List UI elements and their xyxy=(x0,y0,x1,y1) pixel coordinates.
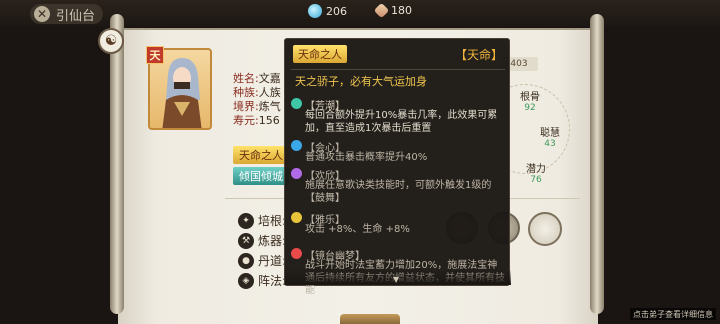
tooltip-trait-name: 天命之人 xyxy=(293,45,347,63)
alchemy-icon: ⚒ xyxy=(238,232,254,249)
back-button[interactable]: ✕ 引仙台 xyxy=(30,4,104,24)
currency-gem[interactable]: 180 xyxy=(373,2,412,19)
currency-spirit-stone[interactable]: 206 xyxy=(308,4,347,18)
character-figure-icon xyxy=(162,58,202,128)
tooltip-divider xyxy=(291,69,505,70)
scroll-rod-right xyxy=(590,14,604,314)
tooltip-description: 天之骄子，必有大气运加身 xyxy=(295,75,427,88)
info-row-lifespan: 寿元:156 xyxy=(233,114,280,127)
scroll-down-icon[interactable]: ▼ xyxy=(393,275,399,284)
scroll-rod-left xyxy=(110,14,124,314)
tooltip-trait-type: 【天命】 xyxy=(454,48,503,62)
currency-value: 206 xyxy=(326,4,347,18)
trait-tag-destiny[interactable]: 天命之人 xyxy=(233,146,289,164)
charm-icon[interactable]: ☯ xyxy=(98,28,124,54)
currency-value: 180 xyxy=(391,4,412,17)
skill-row-formation: ◈ 阵法: xyxy=(238,272,286,289)
music-icon xyxy=(291,212,302,223)
heart-mind-icon xyxy=(291,140,302,151)
cultivation-icon: ✦ xyxy=(238,212,254,229)
bottom-hint: 点击弟子查看详细信息 xyxy=(630,308,716,320)
spirit-stone-icon xyxy=(308,4,322,18)
trait-tag-beauty[interactable]: 倾国倾城 xyxy=(233,167,289,185)
close-icon: ✕ xyxy=(34,6,50,22)
formation-icon: ◈ xyxy=(238,272,254,289)
joy-icon xyxy=(291,168,302,179)
tooltip-header: 天命之人 【天命】 xyxy=(291,43,505,65)
skill-row-pill: ● 丹道: xyxy=(238,252,286,269)
pill-icon: ● xyxy=(238,252,254,269)
tide-icon xyxy=(291,98,302,109)
stat-potential: 潜力 76 xyxy=(526,164,546,185)
rank-badge: 天 xyxy=(146,46,164,64)
trait-tooltip: 天命之人 【天命】 天之骄子，必有大气运加身 【芳潮】 每回合额外提升10%暴击… xyxy=(284,38,511,296)
skill-row-alchemy: ⚒ 炼器: xyxy=(238,232,286,249)
skill-row-cultivation: ✦ 培根: xyxy=(238,212,286,229)
bottom-tab[interactable] xyxy=(340,314,400,324)
top-bar: ✕ 引仙台 206 180 xyxy=(0,0,720,26)
stat-wisdom: 聪慧 43 xyxy=(540,128,560,149)
gem-icon xyxy=(373,2,390,19)
back-label: 引仙台 xyxy=(56,8,96,24)
equipment-slot-mark[interactable] xyxy=(528,212,562,246)
mirror-dream-icon xyxy=(291,248,302,259)
stat-bone: 根骨 92 xyxy=(520,92,540,113)
